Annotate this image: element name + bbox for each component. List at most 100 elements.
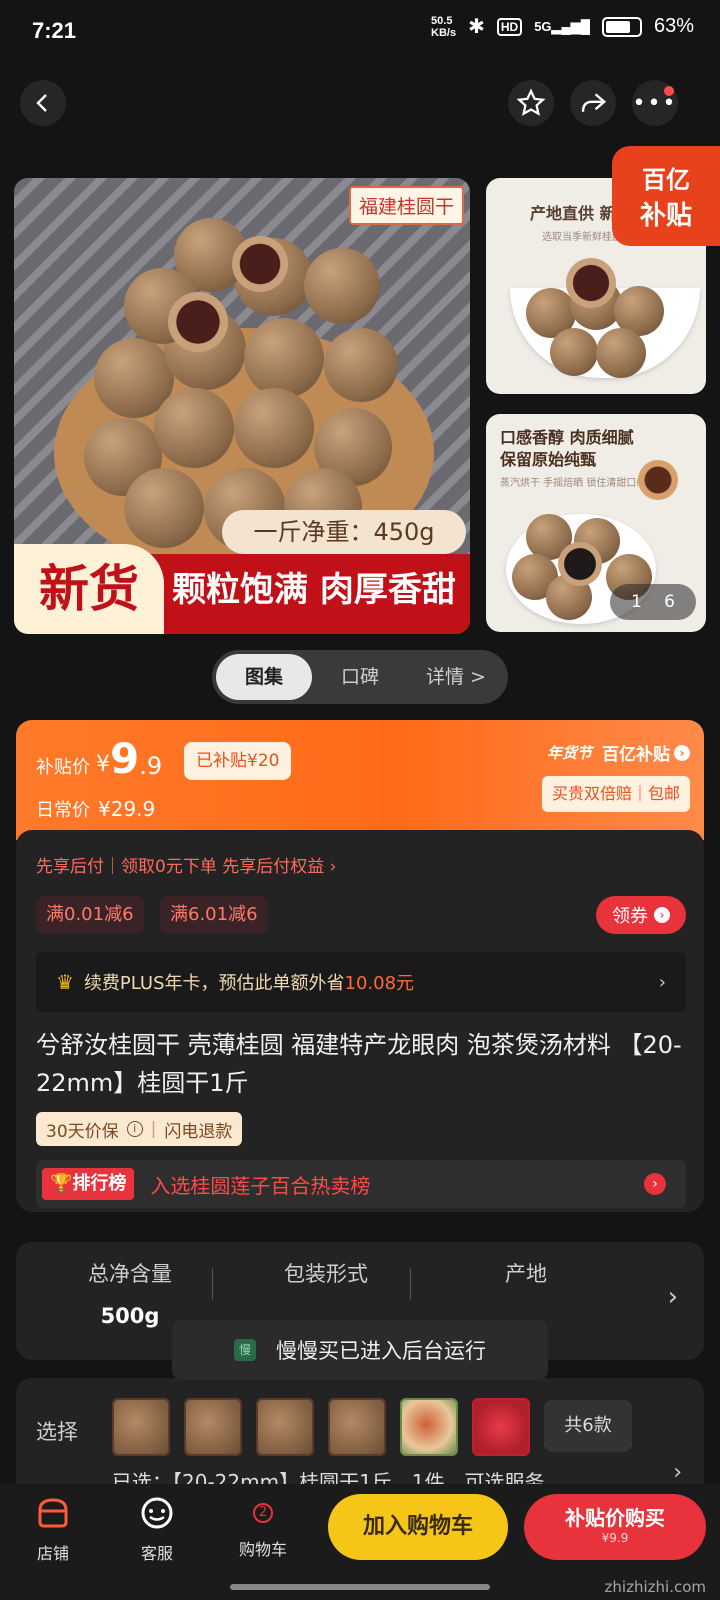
- share-icon: [581, 93, 607, 112]
- price-decimal: .9: [139, 751, 163, 780]
- battery-percent: 63%: [653, 15, 694, 37]
- variant-count[interactable]: 共6款: [544, 1400, 632, 1452]
- chevron-right-icon: ›: [673, 1460, 682, 1485]
- share-button[interactable]: [570, 80, 616, 126]
- image-counter: 1 6: [610, 584, 696, 620]
- tab-reviews[interactable]: 口碑: [312, 654, 408, 700]
- subsidy-price-label: 补贴价: [36, 756, 90, 778]
- subsidy-badge-line1: 百亿: [642, 166, 690, 194]
- store-button[interactable]: 店铺: [8, 1494, 98, 1564]
- gallery-tabs: 图集 口碑 详情 >: [212, 650, 508, 704]
- cart-badge: 2: [244, 1494, 282, 1532]
- info-icon: i: [126, 1121, 143, 1137]
- variant-option[interactable]: [184, 1398, 242, 1456]
- gallery-thumb-2[interactable]: 口感香醇 肉质细腻 保留原始纯甄 蒸汽烘干 手摇焙晒 锁住清甜口感 1 6: [486, 414, 706, 632]
- bottom-action-bar: 店铺 客服 2 购物车 加入购物车 补贴价购买 ¥9.9 zhizhizhi.c…: [0, 1484, 720, 1600]
- divider: [212, 1268, 213, 1300]
- variant-option[interactable]: [472, 1398, 530, 1456]
- cart-button[interactable]: 2 购物车: [218, 1494, 308, 1560]
- tab-gallery[interactable]: 图集: [216, 654, 312, 700]
- coupon-chip-1[interactable]: 满0.01减6: [36, 896, 144, 934]
- claim-coupon-button[interactable]: 领券 ›: [596, 896, 686, 934]
- add-to-cart-button[interactable]: 加入购物车: [328, 1494, 508, 1560]
- favorite-button[interactable]: [508, 80, 554, 126]
- net-speed: 50.5 KB/s: [431, 14, 457, 39]
- product-info-card: 先享后付｜领取0元下单 先享后付权益 › 满0.01减6 满6.01减6 领券 …: [16, 830, 704, 1212]
- spec-item: 总净含量 500g: [40, 1258, 220, 1328]
- cart-label: 购物车: [238, 1540, 287, 1559]
- image-gallery[interactable]: 福建桂圆干 一斤净重：450g 新货 颗粒饱满 肉厚香甜 产地直供 新 选取当季…: [0, 146, 720, 638]
- plus-text: 续费PLUS年卡，预估此单额外省: [83, 973, 345, 994]
- banner-new-label: 新货: [14, 544, 164, 634]
- variant-select-card[interactable]: 选择 共6款 已选：【20-22mm】桂圆干1斤，1件，可选服务 ›: [16, 1378, 704, 1498]
- buy-now-button[interactable]: 补贴价购买 ¥9.9: [524, 1494, 706, 1560]
- product-title: 兮舒汝桂圆干 壳薄桂圆 福建特产龙眼肉 泡茶煲汤材料 【20-22mm】桂圆干1…: [36, 1031, 682, 1097]
- trophy-icon: 🏆: [50, 1173, 73, 1194]
- app-icon: 慢: [234, 1339, 256, 1361]
- brand-subsidy-tag[interactable]: 百亿补贴: [602, 740, 670, 765]
- signal-icon: 5G▂▄▆█: [534, 18, 590, 34]
- thumb1-headline: 产地直供 新: [530, 204, 616, 223]
- variant-option[interactable]: [256, 1398, 314, 1456]
- plus-membership-row[interactable]: ♛ 续费PLUS年卡，预估此单额外省 10.08元 ›: [36, 952, 686, 1012]
- thumb2-subtext: 蒸汽烘干 手摇焙晒 锁住清甜口感: [500, 478, 647, 489]
- pay-later-link[interactable]: 先享后付｜领取0元下单 先享后付权益 ›: [36, 852, 336, 877]
- divider: [410, 1268, 411, 1300]
- price-bar: 补贴价 ¥ 9 .9 已补贴¥20 日常价 ¥29.9 年货节 百亿补贴 › 买…: [16, 720, 704, 840]
- price-protect-label: 30天价保: [46, 1121, 119, 1142]
- subsidy-badge: 百亿 补贴: [612, 146, 720, 246]
- background-run-toast: 慢 慢慢买已进入后台运行: [172, 1320, 548, 1380]
- plus-amount: 10.08元: [344, 973, 415, 994]
- status-bar: 7:21 50.5 KB/s ✱ HD 5G▂▄▆█ 63%: [0, 0, 720, 64]
- customer-service-icon: [141, 1497, 173, 1529]
- store-label: 店铺: [36, 1544, 69, 1563]
- origin-tag: 福建桂圆干: [348, 186, 464, 225]
- battery-icon: [601, 16, 642, 37]
- chevron-right-icon: ›: [654, 907, 670, 923]
- back-button[interactable]: [20, 80, 66, 126]
- festival-tag: 年货节: [546, 744, 592, 762]
- currency-symbol: ¥: [96, 752, 110, 777]
- price-integer: 9: [110, 734, 140, 783]
- subsidized-amount-tag: 已补贴¥20: [184, 742, 292, 780]
- variant-option[interactable]: [328, 1398, 386, 1456]
- spec-label: 产地: [505, 1262, 547, 1286]
- weight-label: 一斤净重：450g: [222, 510, 466, 554]
- counter-total: 6: [664, 592, 675, 612]
- chevron-right-icon: ›: [674, 744, 690, 761]
- variant-option[interactable]: [400, 1398, 458, 1456]
- daily-price-value: ¥29.9: [98, 797, 156, 821]
- tab-details[interactable]: 详情 >: [408, 654, 504, 700]
- crown-icon: ♛: [56, 970, 74, 994]
- customer-service-button[interactable]: 客服: [112, 1494, 202, 1564]
- variant-option[interactable]: [112, 1398, 170, 1456]
- watermark: zhizhizhi.com: [604, 1578, 706, 1596]
- cart-count: 2: [253, 1503, 273, 1523]
- chevron-right-icon: ›: [667, 1282, 678, 1312]
- status-time: 7:21: [32, 18, 77, 43]
- guarantee-tag: 买贵双倍赔｜包邮: [541, 776, 690, 812]
- banner-slogan: 颗粒饱满 肉厚香甜: [172, 570, 456, 610]
- divider: |: [150, 1119, 157, 1139]
- ranking-row[interactable]: 🏆排行榜 入选桂圆莲子百合热卖榜 ›: [36, 1160, 686, 1208]
- fast-refund-label: 闪电退款: [164, 1121, 233, 1142]
- chevron-left-icon: [36, 94, 47, 112]
- claim-coupon-label: 领券: [612, 906, 648, 927]
- store-icon: [38, 1498, 68, 1528]
- spec-label: 总净含量: [88, 1262, 172, 1286]
- spec-item: 包装形式: [236, 1258, 416, 1288]
- more-button[interactable]: •••: [632, 80, 678, 126]
- coupon-chip-2[interactable]: 满6.01减6: [160, 896, 268, 934]
- subsidy-badge-line2: 补贴: [639, 201, 692, 231]
- notification-dot: [664, 86, 674, 96]
- protection-tags[interactable]: 30天价保 i | 闪电退款: [36, 1112, 243, 1146]
- customer-service-label: 客服: [140, 1544, 173, 1563]
- buy-now-label: 补贴价购买: [565, 1506, 665, 1530]
- counter-current: 1: [631, 592, 642, 612]
- toast-text: 慢慢买已进入后台运行: [276, 1339, 486, 1363]
- ranking-text: 入选桂圆莲子百合热卖榜: [150, 1173, 371, 1198]
- thumb2-headline-1: 口感香醇 肉质细腻: [500, 428, 634, 447]
- chevron-right-icon: ›: [644, 1173, 666, 1195]
- main-product-image[interactable]: 福建桂圆干 一斤净重：450g 新货 颗粒饱满 肉厚香甜: [14, 178, 470, 634]
- home-indicator: [230, 1584, 490, 1590]
